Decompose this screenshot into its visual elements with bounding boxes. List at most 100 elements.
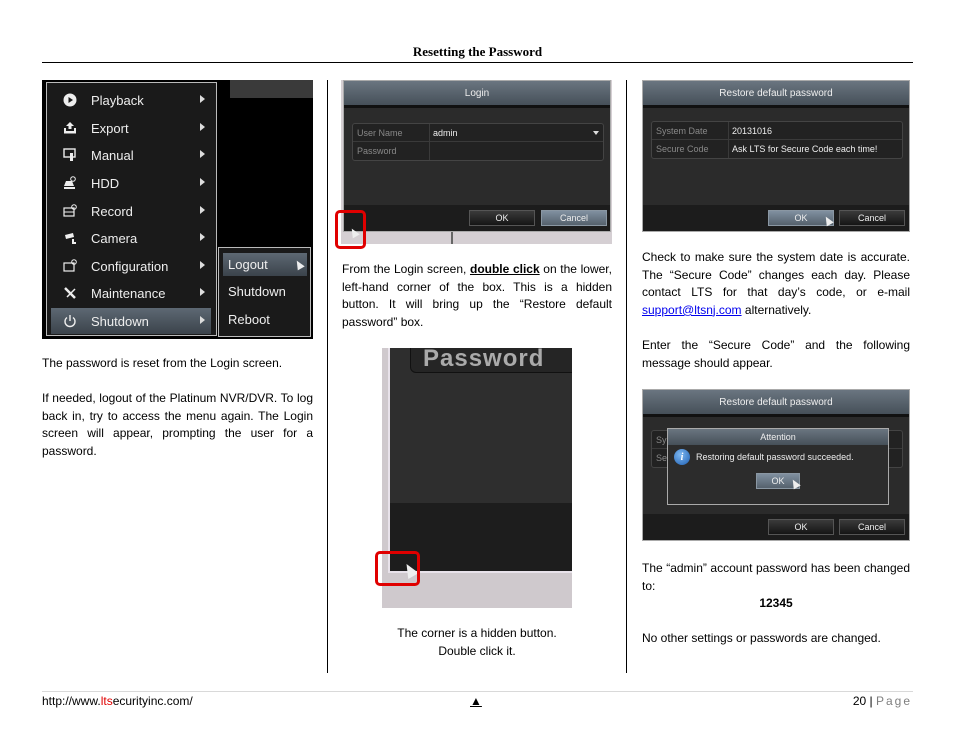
- field-value: admin: [433, 127, 458, 138]
- main-menu: Playback Export Manual HDD Record Camera: [46, 82, 217, 336]
- paragraph: Check to make sure the system date is ac…: [642, 249, 910, 319]
- cancel-button[interactable]: Cancel: [839, 519, 905, 535]
- emphasis-text: double click: [469, 262, 540, 276]
- secure-code-input[interactable]: Ask LTS for Secure Code each time!: [729, 140, 902, 158]
- text-run: From the Login screen,: [342, 262, 470, 276]
- cancel-button[interactable]: Cancel: [839, 210, 905, 226]
- caption-line: Double click it.: [438, 643, 516, 658]
- support-email-link[interactable]: support@ltsnj.com: [642, 303, 742, 317]
- restore-password-dialog: Restore default password System Date 201…: [642, 80, 910, 232]
- column-divider: [327, 80, 328, 673]
- menu-item-camera[interactable]: Camera: [51, 225, 211, 251]
- menu-item-maintenance[interactable]: Maintenance: [51, 280, 211, 306]
- paragraph: Enter the “Secure Code” and the followin…: [642, 337, 910, 370]
- menu-item-label: Manual: [91, 147, 134, 163]
- top-bar: [230, 80, 313, 98]
- ok-button[interactable]: OK: [768, 210, 834, 227]
- configuration-icon: [61, 258, 79, 274]
- menu-item-record[interactable]: Record: [51, 198, 211, 224]
- secure-code-row: Secure Code Ask LTS for Secure Code each…: [652, 140, 902, 158]
- new-password-value: 12345: [759, 596, 793, 611]
- page-separator: |: [866, 694, 876, 708]
- menu-item-configuration[interactable]: Configuration: [51, 253, 211, 279]
- cancel-button[interactable]: Cancel: [541, 210, 607, 226]
- submenu-item-logout[interactable]: Logout: [223, 253, 307, 276]
- column3-text: Check to make sure the system date is ac…: [642, 249, 910, 372]
- footer-url[interactable]: http://www.ltsecurityinc.com/: [42, 694, 193, 708]
- back-to-top-arrow-icon[interactable]: ▲: [470, 694, 482, 708]
- menu-item-playback[interactable]: Playback: [51, 87, 211, 113]
- field-label: Password: [353, 142, 430, 160]
- record-icon: [61, 203, 79, 219]
- paragraph: The “admin” account password has been ch…: [642, 561, 910, 593]
- login-dialog: Login User Name admin Password OK Cancel: [343, 80, 611, 232]
- menu-item-export[interactable]: Export: [51, 115, 211, 141]
- page-word: Page: [875, 694, 912, 708]
- text-run: Check to make sure the system date is ac…: [642, 250, 910, 300]
- paragraph: From the Login screen, double click on t…: [342, 261, 612, 331]
- menu-item-shutdown[interactable]: Shutdown: [51, 308, 211, 334]
- attention-title: Attention: [668, 429, 888, 445]
- submenu-item-label: Logout: [228, 257, 268, 272]
- menu-item-label: Playback: [91, 92, 144, 108]
- message-text: Restoring default password succeeded.: [696, 452, 854, 462]
- chevron-right-icon: [200, 316, 205, 324]
- menu-item-label: Configuration: [91, 258, 169, 274]
- username-row: User Name admin: [353, 124, 603, 142]
- menu-item-label: Maintenance: [91, 285, 166, 301]
- maintenance-icon: [61, 285, 79, 301]
- menu-item-manual[interactable]: Manual: [51, 142, 211, 168]
- restore-success-screenshot: Restore default password Sy Se Attention…: [642, 389, 910, 541]
- menu-item-label: Shutdown: [91, 313, 149, 329]
- password-field-zoomed: Password: [410, 348, 572, 373]
- password-input[interactable]: [430, 142, 603, 160]
- hidden-button-highlight[interactable]: [335, 210, 366, 249]
- mouse-cursor-icon: [293, 258, 305, 271]
- menu-item-label: Record: [91, 203, 133, 219]
- info-icon: i: [674, 449, 690, 465]
- hdd-icon: [61, 175, 79, 191]
- field-label: System Date: [652, 122, 729, 139]
- username-select[interactable]: admin: [430, 124, 603, 141]
- submenu-item-shutdown[interactable]: Shutdown: [223, 280, 307, 303]
- chevron-right-icon: [200, 206, 205, 214]
- chevron-right-icon: [200, 178, 205, 186]
- login-screenshot: Login User Name admin Password OK Cancel: [341, 80, 612, 244]
- page-number-value: 20: [852, 694, 867, 708]
- page-number: 20 | Page: [853, 694, 912, 708]
- field-label: Password: [423, 348, 545, 372]
- chevron-right-icon: [200, 123, 205, 131]
- export-upload-icon: [61, 120, 79, 136]
- button-label: OK: [771, 476, 785, 486]
- paragraph: If needed, logout of the Platinum NVR/DV…: [42, 391, 313, 458]
- background-detail: [451, 232, 453, 244]
- paragraph: The password is reset from the Login scr…: [42, 356, 283, 370]
- hidden-button-highlight[interactable]: [375, 551, 420, 586]
- field-label: User Name: [353, 124, 430, 141]
- url-text: http://www.: [42, 694, 101, 708]
- power-icon: [61, 313, 79, 329]
- footer-rule: [42, 691, 913, 692]
- dialog-footer: OK Cancel: [344, 205, 610, 231]
- dialog-corner: Password: [388, 348, 572, 573]
- submenu-item-reboot[interactable]: Reboot: [223, 308, 307, 331]
- menu-item-label: HDD: [91, 175, 120, 191]
- ok-button[interactable]: OK: [469, 210, 535, 226]
- dialog-title: Login: [344, 81, 610, 108]
- title-rule: [42, 62, 913, 63]
- camera-icon: [61, 230, 79, 246]
- chevron-right-icon: [200, 261, 205, 269]
- field-label: Secure Code: [652, 140, 729, 158]
- mouse-cursor-icon: [822, 214, 834, 227]
- button-label: OK: [794, 213, 808, 223]
- corner-caption: The corner is a hidden button. Double cl…: [342, 625, 612, 660]
- shutdown-submenu: Logout Shutdown Reboot: [218, 247, 311, 337]
- paragraph: No other settings or passwords are chang…: [642, 631, 881, 646]
- page-title: Resetting the Password: [412, 44, 543, 59]
- menu-item-label: Export: [91, 120, 129, 136]
- column1-text: The password is reset from the Login scr…: [42, 355, 313, 461]
- menu-item-hdd[interactable]: HDD: [51, 170, 211, 196]
- url-highlight: lts: [100, 694, 113, 708]
- attention-ok-button[interactable]: OK: [756, 473, 801, 490]
- ok-button[interactable]: OK: [768, 519, 834, 535]
